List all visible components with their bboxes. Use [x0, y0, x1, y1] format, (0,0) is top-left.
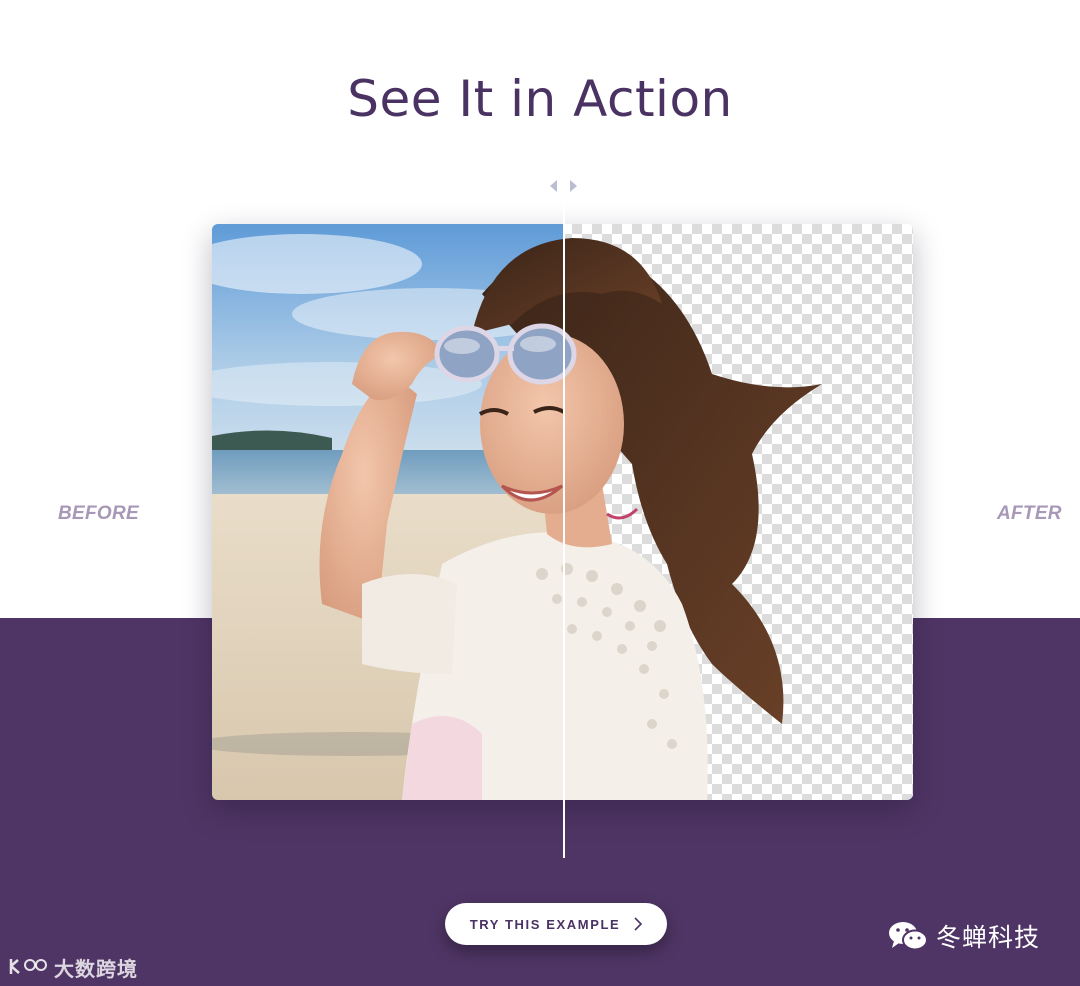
- page-title: See It in Action: [347, 70, 733, 128]
- try-button-label: TRY THIS EXAMPLE: [469, 916, 621, 932]
- arrow-left-icon: [550, 180, 557, 192]
- watermark-right: 冬蝉科技: [888, 918, 1040, 954]
- divider-drag-handle[interactable]: [548, 178, 580, 194]
- comparison-divider[interactable]: [563, 172, 565, 858]
- watermark-right-text: 冬蝉科技: [936, 923, 1041, 952]
- before-label: BEFORE: [58, 503, 139, 524]
- chevron-right-icon: [634, 917, 643, 931]
- wechat-icon: [889, 922, 928, 951]
- watermark-logo-icon: [9, 959, 47, 974]
- try-this-example-button[interactable]: TRY THIS EXAMPLE: [445, 903, 667, 945]
- watermark-left: 大数跨境: [8, 952, 138, 982]
- arrow-right-icon: [570, 180, 577, 192]
- after-label: AFTER: [997, 503, 1062, 524]
- watermark-left-text: 大数跨境: [54, 956, 138, 981]
